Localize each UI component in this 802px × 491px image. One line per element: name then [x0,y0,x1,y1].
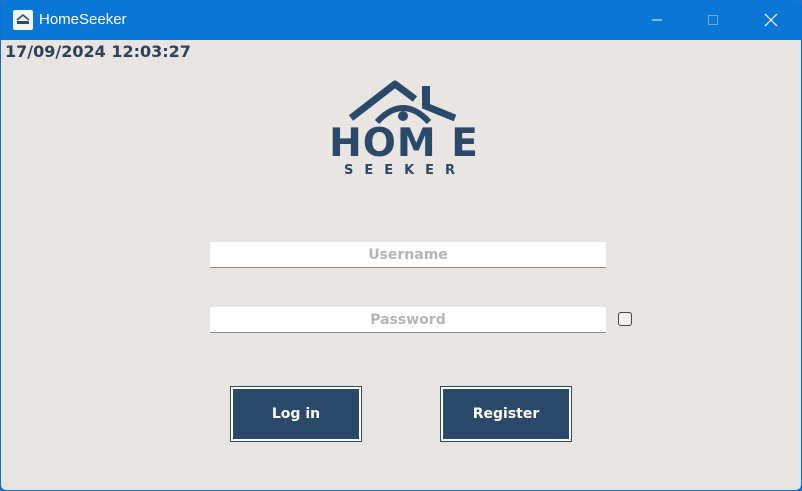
logo-subtitle: SEEKER [343,163,467,178]
maximize-button[interactable] [684,0,742,40]
app-window: HomeSeeker 17/09/2024 12:03:27 HOM E SEE… [0,0,802,491]
close-icon [764,13,778,27]
minimize-icon [652,19,662,21]
register-button[interactable]: Register [441,387,571,441]
window-title: HomeSeeker [39,11,127,28]
datetime-label: 17/09/2024 12:03:27 [5,42,191,61]
homeseeker-logo-icon [13,10,33,30]
title-bar[interactable]: HomeSeeker [1,0,801,40]
maximize-icon [708,15,718,25]
close-button[interactable] [742,0,800,40]
show-password-checkbox[interactable] [618,312,632,326]
username-input[interactable] [210,242,606,268]
login-button[interactable]: Log in [231,387,361,441]
house-roof-icon [348,80,457,124]
minimize-button[interactable] [628,0,686,40]
password-input[interactable] [210,307,606,333]
logo-title: HOM E [329,121,479,166]
